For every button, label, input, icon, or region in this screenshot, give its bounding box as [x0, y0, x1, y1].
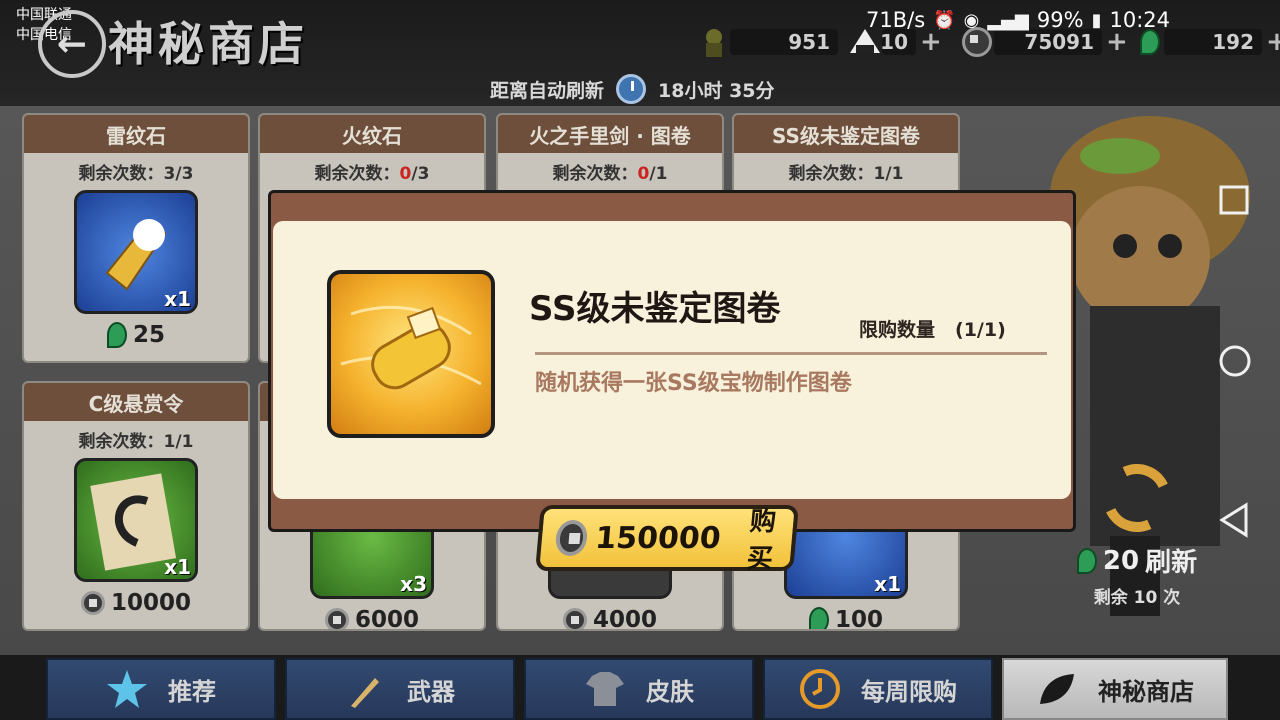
clock-icon — [616, 74, 647, 104]
item-quantity: x3 — [400, 572, 427, 596]
tab-recommended[interactable]: 推荐 — [46, 658, 276, 720]
status-bar-right: 71B/s ⏰ ◉ ▂▄▆ 99% ▮ 10:24 — [866, 8, 1170, 32]
page-title: 神秘商店 — [108, 17, 308, 71]
refresh-panel: 20 刷新 剩余 10 次 — [1072, 454, 1202, 608]
currency-value: 10 — [880, 30, 908, 54]
tab-mystery-shop[interactable]: 神秘商店 — [1002, 658, 1228, 720]
currency-onigiri: 10 + — [848, 27, 942, 57]
buy-label: 购买 — [745, 507, 778, 574]
scroll-item-icon — [327, 270, 495, 438]
top-bar: 中国联通 中国电信 ← 神秘商店 951 10 + 75091 + 192 + … — [0, 0, 1280, 106]
currency-value: 75091 — [1024, 30, 1094, 54]
refresh-button[interactable]: 20 刷新 — [1072, 542, 1202, 579]
jade-icon — [1076, 547, 1097, 574]
item-description: 随机获得一张SS级宝物制作图卷 — [535, 371, 852, 396]
card-price: 25 — [24, 322, 248, 348]
jade-icon — [1140, 29, 1160, 55]
tab-skins[interactable]: 皮肤 — [524, 658, 754, 720]
back-arrow-icon: ← — [56, 23, 88, 65]
coin-icon — [80, 591, 105, 615]
card-title: C级悬赏令 — [24, 383, 248, 421]
signal-icon: ▂▄▆ — [987, 9, 1029, 31]
card-remaining: 剩余次数：1/1 — [78, 432, 194, 452]
card-title: 火纹石 — [260, 115, 484, 153]
ninja-figure-icon — [706, 29, 722, 57]
add-jade-button[interactable]: + — [1266, 27, 1280, 57]
card-price: 4000 — [498, 607, 722, 629]
card-remaining: 剩余次数：3/3 — [78, 164, 194, 184]
currency-value: 192 — [1212, 30, 1254, 54]
eye-icon: ◉ — [963, 9, 980, 31]
divider — [535, 352, 1047, 355]
leaf-icon — [1040, 674, 1074, 704]
refresh-remaining: 剩余 10 次 — [1093, 588, 1181, 608]
clock-time: 10:24 — [1109, 8, 1170, 32]
home-icon[interactable] — [1218, 344, 1252, 378]
back-button[interactable]: ← — [38, 10, 106, 78]
tab-weekly-limit[interactable]: 每周限购 — [763, 658, 993, 720]
weekly-clock-icon — [800, 669, 840, 709]
purchase-limit: 限购数量 (1/1) — [859, 315, 1006, 342]
jade-icon — [808, 607, 829, 629]
card-remaining: 剩余次数：0/1 — [552, 164, 668, 184]
recent-apps-icon[interactable] — [1218, 184, 1250, 216]
tab-label: 推荐 — [168, 677, 216, 706]
coin-icon — [324, 608, 349, 629]
tab-label: 每周限购 — [861, 677, 957, 706]
limit-label: 限购数量 — [859, 319, 936, 341]
bounty-scroll-icon: x1 — [74, 458, 198, 582]
buy-button[interactable]: 150000 购买 — [535, 505, 799, 574]
shop-card-thunder-stone[interactable]: 雷纹石 剩余次数：3/3 x1 25 — [22, 113, 250, 363]
purchase-dialog: SS级未鉴定图卷 限购数量 (1/1) 随机获得一张SS级宝物制作图卷 — [268, 190, 1076, 532]
card-remaining: 剩余次数：0/3 — [314, 164, 430, 184]
currency-ninja: 951 — [700, 28, 838, 57]
star-icon — [107, 670, 147, 708]
item-quantity: x1 — [164, 287, 191, 311]
tab-label: 皮肤 — [646, 677, 694, 706]
refresh-cost-value: 20 — [1102, 545, 1140, 576]
auto-refresh-timer: 距离自动刷新 18小时 35分 — [490, 74, 775, 104]
tab-label: 神秘商店 — [1098, 677, 1194, 706]
card-title: SS级未鉴定图卷 — [734, 115, 958, 153]
card-price: 6000 — [260, 607, 484, 629]
refresh-icon[interactable] — [1093, 454, 1181, 542]
tab-weapons[interactable]: 武器 — [285, 658, 515, 720]
jade-icon — [106, 322, 127, 348]
card-title: 雷纹石 — [24, 115, 248, 153]
network-speed: 71B/s — [866, 8, 926, 32]
limit-value: (1/1) — [955, 319, 1006, 341]
item-name: SS级未鉴定图卷 — [529, 289, 781, 329]
bottom-tab-bar: 推荐 武器 皮肤 每周限购 神秘商店 — [0, 655, 1280, 720]
shirt-icon — [586, 672, 624, 706]
refresh-label: 刷新 — [1145, 548, 1198, 578]
currency-jade: 192 + — [1140, 27, 1280, 57]
auto-refresh-label: 距离自动刷新 — [490, 79, 605, 102]
purchase-dialog-body: SS级未鉴定图卷 限购数量 (1/1) 随机获得一张SS级宝物制作图卷 — [273, 221, 1071, 499]
currency-coin: 75091 + — [962, 27, 1128, 57]
battery-percent: 99% — [1036, 8, 1084, 32]
shop-card-c-bounty[interactable]: C级悬赏令 剩余次数：1/1 x1 10000 — [22, 381, 250, 631]
battery-icon: ▮ — [1091, 9, 1102, 31]
buy-price: 150000 — [593, 520, 723, 556]
currency-value: 951 — [788, 30, 830, 54]
card-title: 火之手里剑 · 图卷 — [498, 115, 722, 153]
tab-label: 武器 — [407, 677, 455, 706]
item-quantity: x1 — [164, 555, 191, 579]
back-nav-icon[interactable] — [1218, 502, 1250, 538]
item-quantity: x1 — [874, 572, 901, 596]
coin-icon — [554, 520, 589, 556]
coin-icon — [562, 608, 587, 629]
alarm-icon: ⏰ — [933, 9, 956, 31]
thunder-stone-icon: x1 — [74, 190, 198, 314]
sword-icon — [351, 678, 379, 708]
card-price: 100 — [734, 607, 958, 629]
card-remaining: 剩余次数：1/1 — [788, 164, 904, 184]
auto-refresh-time: 18小时 35分 — [658, 79, 775, 102]
card-price: 10000 — [24, 590, 248, 616]
